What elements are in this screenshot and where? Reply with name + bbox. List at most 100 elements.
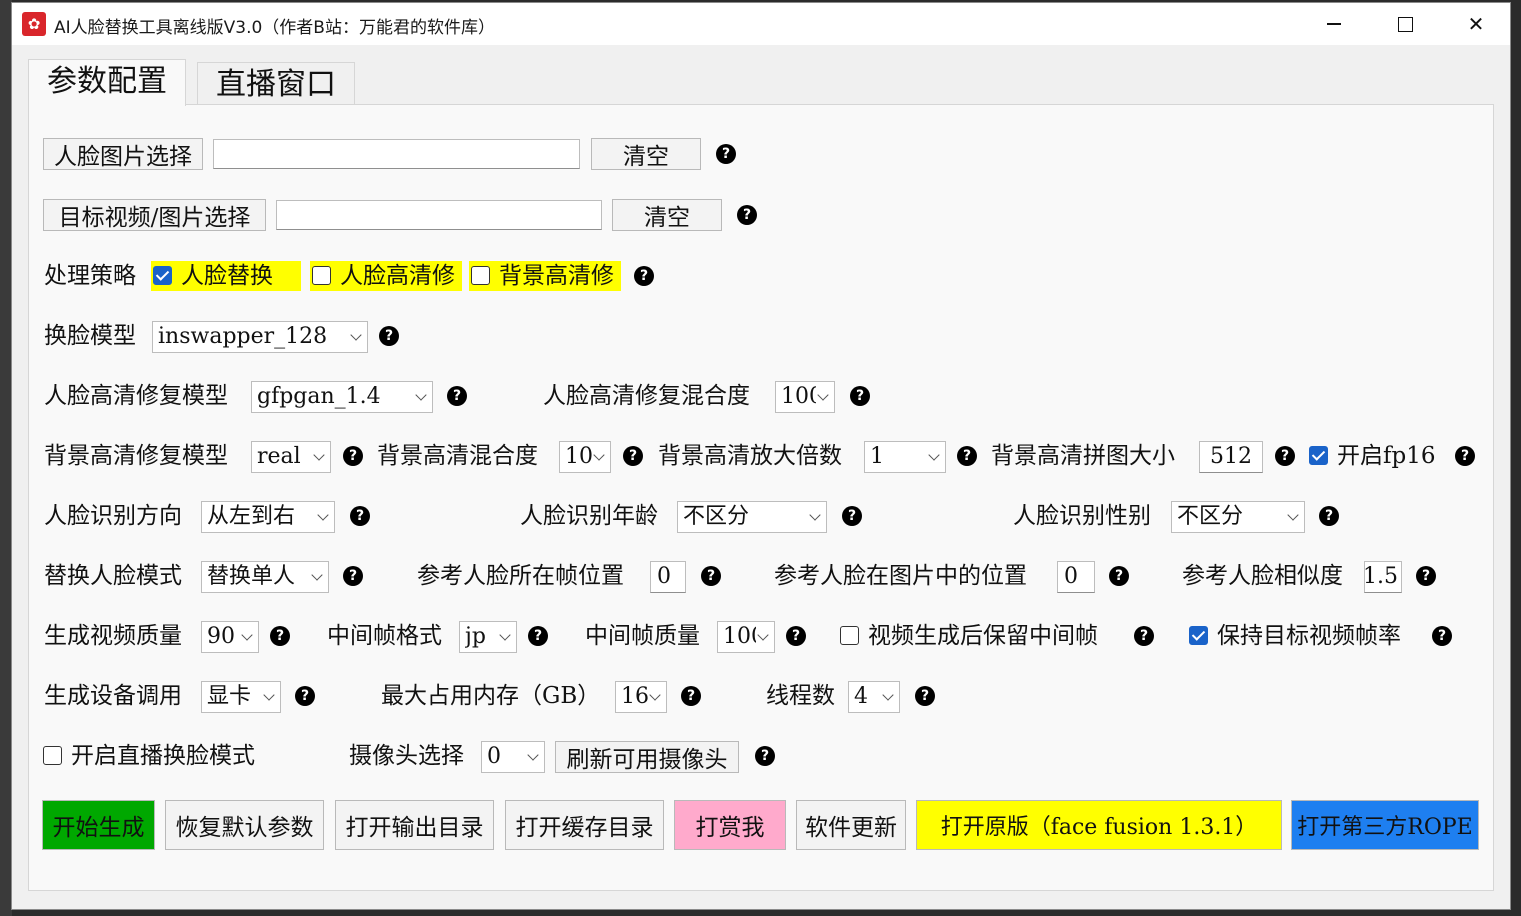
help-icon[interactable]: ? <box>681 686 701 706</box>
camera-select[interactable]: 0 <box>481 741 545 773</box>
help-icon[interactable]: ? <box>379 326 399 346</box>
bg-blend-select[interactable]: 100 <box>559 441 611 473</box>
bg-blend-value: 100 <box>565 444 592 469</box>
strategy-label: 处理策略 <box>44 263 136 289</box>
start-generate-button[interactable]: 开始生成 <box>42 800 155 850</box>
clear-face-button[interactable]: 清空 <box>591 138 701 170</box>
bg-enhance-model-value: real <box>257 444 301 469</box>
open-cache-dir-button[interactable]: 打开缓存目录 <box>505 800 664 850</box>
help-icon[interactable]: ? <box>447 386 467 406</box>
ref-position-input[interactable]: 0 <box>1057 561 1095 593</box>
help-icon[interactable]: ? <box>850 386 870 406</box>
similarity-input[interactable]: 1.5 <box>1364 561 1402 593</box>
chevron-down-icon <box>350 329 362 341</box>
software-update-button[interactable]: 软件更新 <box>796 800 906 850</box>
help-icon[interactable]: ? <box>737 205 757 225</box>
help-icon[interactable]: ? <box>350 506 370 526</box>
bg-enhance-model-label: 背景高清修复模型 <box>44 443 228 469</box>
minimize-button[interactable] <box>1299 3 1369 45</box>
direction-select[interactable]: 从左到右 <box>201 501 335 533</box>
help-icon[interactable]: ? <box>957 446 977 466</box>
help-icon[interactable]: ? <box>842 506 862 526</box>
help-icon[interactable]: ? <box>1455 446 1475 466</box>
bg-scale-value: 1 <box>870 444 884 469</box>
frame-quality-select[interactable]: 100 <box>717 621 775 653</box>
open-facefusion-button[interactable]: 打开原版（face fusion 1.3.1） <box>916 800 1282 850</box>
face-enhance-model-select[interactable]: gfpgan_1.4 <box>251 381 433 413</box>
help-icon[interactable]: ? <box>528 626 548 646</box>
target-select-button[interactable]: 目标视频/图片选择 <box>43 199 266 231</box>
help-icon[interactable]: ? <box>786 626 806 646</box>
minimize-icon <box>1327 23 1341 25</box>
tab-config[interactable]: 参数配置 <box>28 59 186 106</box>
fp16-checkbox[interactable] <box>1309 446 1328 465</box>
open-output-dir-button[interactable]: 打开输出目录 <box>335 800 494 850</box>
help-icon[interactable]: ? <box>1134 626 1154 646</box>
live-mode-checkbox[interactable] <box>43 746 62 765</box>
help-icon[interactable]: ? <box>1275 446 1295 466</box>
close-button[interactable]: ✕ <box>1441 3 1511 45</box>
keep-fps-checkbox[interactable] <box>1189 626 1208 645</box>
gender-value: 不区分 <box>1177 504 1244 529</box>
replace-mode-select[interactable]: 替换单人 <box>201 561 329 593</box>
face-image-select-button[interactable]: 人脸图片选择 <box>43 138 203 170</box>
chevron-down-icon <box>817 389 829 401</box>
help-icon[interactable]: ? <box>634 266 654 286</box>
memory-label: 最大占用内存（GB） <box>381 683 601 709</box>
refresh-cameras-button[interactable]: 刷新可用摄像头 <box>555 741 739 773</box>
help-icon[interactable]: ? <box>1416 566 1436 586</box>
help-icon[interactable]: ? <box>701 566 721 586</box>
threads-select[interactable]: 4 <box>848 681 900 713</box>
chevron-down-icon <box>313 449 325 461</box>
video-quality-label: 生成视频质量 <box>44 623 182 649</box>
help-icon[interactable]: ? <box>716 144 736 164</box>
target-path-input[interactable] <box>276 200 602 230</box>
help-icon[interactable]: ? <box>1109 566 1129 586</box>
keep-frames-checkbox[interactable] <box>840 626 859 645</box>
tab-live[interactable]: 直播窗口 <box>197 62 355 106</box>
gender-select[interactable]: 不区分 <box>1171 501 1305 533</box>
strategy-face-enhance-label: 人脸高清修 <box>340 263 455 289</box>
restore-defaults-button[interactable]: 恢复默认参数 <box>165 800 324 850</box>
age-value: 不区分 <box>683 504 750 529</box>
face-enhance-blend-select[interactable]: 100 <box>775 381 835 413</box>
help-icon[interactable]: ? <box>343 446 363 466</box>
chevron-down-icon <box>649 689 661 701</box>
swap-model-select[interactable]: inswapper_128 <box>152 321 368 353</box>
help-icon[interactable]: ? <box>1319 506 1339 526</box>
help-icon[interactable]: ? <box>295 686 315 706</box>
help-icon[interactable]: ? <box>270 626 290 646</box>
bg-scale-select[interactable]: 1 <box>864 441 946 473</box>
open-rope-button[interactable]: 打开第三方ROPE <box>1291 800 1479 850</box>
help-icon[interactable]: ? <box>1432 626 1452 646</box>
help-icon[interactable]: ? <box>343 566 363 586</box>
bg-enhance-model-select[interactable]: real <box>251 441 331 473</box>
frame-format-select[interactable]: jp <box>459 621 517 653</box>
age-select[interactable]: 不区分 <box>677 501 827 533</box>
replace-mode-value: 替换单人 <box>207 564 296 589</box>
camera-label: 摄像头选择 <box>349 743 464 769</box>
help-icon[interactable]: ? <box>755 746 775 766</box>
direction-label: 人脸识别方向 <box>44 503 182 529</box>
bg-tile-input[interactable]: 512 <box>1199 441 1263 473</box>
threads-label: 线程数 <box>766 683 835 709</box>
device-value: 显卡 <box>207 684 252 709</box>
bg-tile-label: 背景高清拼图大小 <box>991 443 1175 469</box>
face-enhance-model-value: gfpgan_1.4 <box>257 384 381 409</box>
donate-button[interactable]: 打赏我 <box>674 800 786 850</box>
help-icon[interactable]: ? <box>623 446 643 466</box>
ref-frame-label: 参考人脸所在帧位置 <box>417 563 624 589</box>
maximize-button[interactable] <box>1370 3 1440 45</box>
strategy-bg-enhance-checkbox[interactable] <box>471 266 490 285</box>
strategy-face-swap-checkbox[interactable] <box>153 266 172 285</box>
video-quality-select[interactable]: 90 <box>201 621 259 653</box>
age-label: 人脸识别年龄 <box>520 503 658 529</box>
strategy-face-enhance-checkbox[interactable] <box>312 266 331 285</box>
memory-value: 16 <box>621 684 648 709</box>
memory-select[interactable]: 16 <box>615 681 667 713</box>
device-select[interactable]: 显卡 <box>201 681 281 713</box>
help-icon[interactable]: ? <box>915 686 935 706</box>
face-image-path-input[interactable] <box>213 139 580 169</box>
clear-target-button[interactable]: 清空 <box>612 199 722 231</box>
ref-frame-input[interactable]: 0 <box>650 561 686 593</box>
